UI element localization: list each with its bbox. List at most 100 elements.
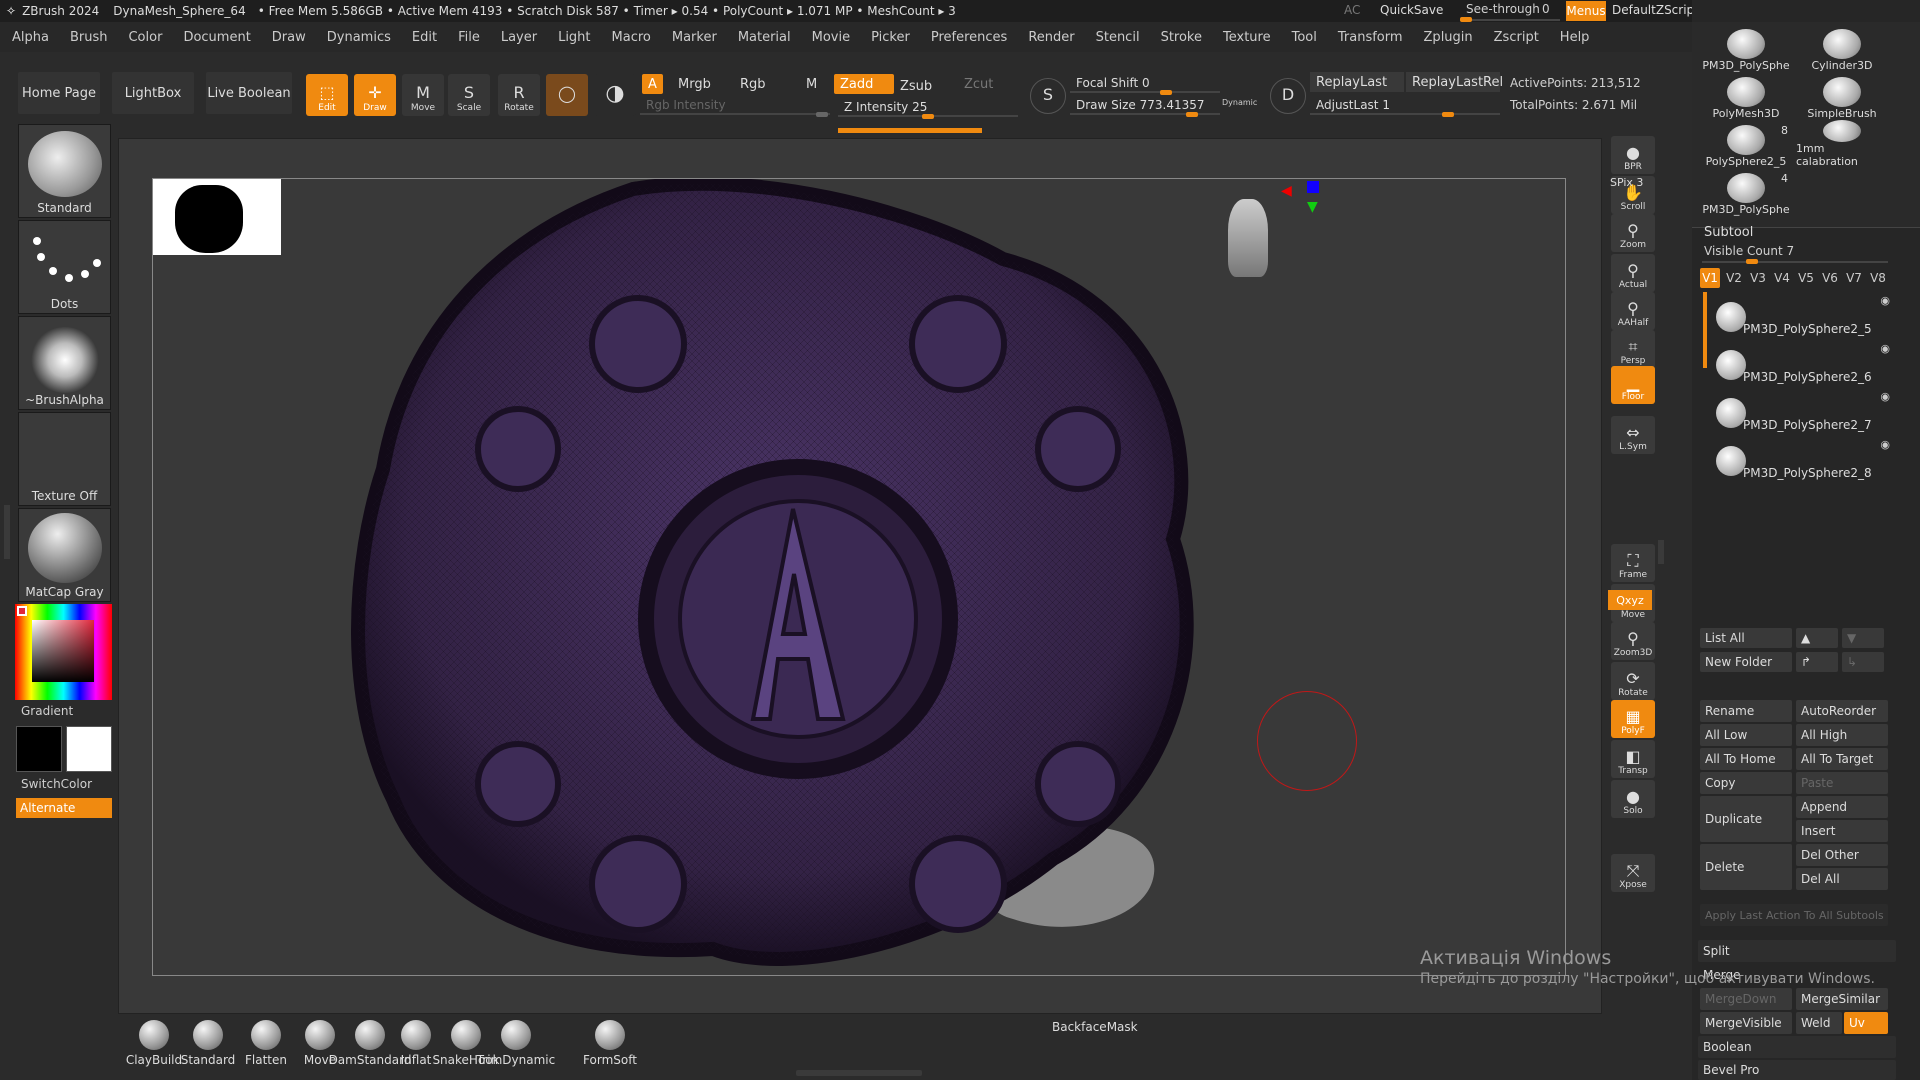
xyz-symmetry-button[interactable]: Qxyz [1608, 590, 1652, 610]
merge-similar-button[interactable]: MergeSimilar [1796, 988, 1888, 1010]
tool-thumb-7[interactable]: PM3D_PolySphe 4 [1700, 168, 1792, 216]
menu-movie[interactable]: Movie [812, 30, 850, 45]
subtool-item[interactable]: PM3D_PolySphere2_5 ◉ [1716, 292, 1890, 338]
color-sv-field[interactable] [32, 620, 94, 682]
new-folder-button[interactable]: New Folder [1700, 652, 1792, 672]
menu-marker[interactable]: Marker [672, 30, 717, 45]
aahalf-button[interactable]: ⚲ AAHalf [1611, 292, 1655, 330]
delete-button[interactable]: Delete [1700, 844, 1792, 890]
menu-texture[interactable]: Texture [1223, 30, 1271, 45]
brush-claybuild-button[interactable]: ClayBuild [124, 1020, 184, 1067]
persp-button[interactable]: ⌗ Persp [1611, 330, 1655, 368]
bevel-pro-section[interactable]: Bevel Pro [1698, 1060, 1896, 1080]
scale-mode-button[interactable]: S Scale [448, 74, 490, 116]
del-other-button[interactable]: Del Other [1796, 844, 1888, 866]
texture-selector[interactable]: Texture Off [18, 412, 111, 506]
subtool-item[interactable]: PM3D_PolySphere2_8 ◉ [1716, 436, 1890, 482]
weld-toggle[interactable]: Weld [1796, 1012, 1842, 1034]
copy-button[interactable]: Copy [1700, 772, 1792, 794]
version-tab-v4[interactable]: V4 [1772, 268, 1792, 288]
boolean-section[interactable]: Boolean [1698, 1036, 1896, 1058]
tool-thumb-1[interactable]: PM3D_PolySphe [1700, 24, 1792, 72]
menu-alpha[interactable]: Alpha [12, 30, 49, 45]
solo-button[interactable]: ● Solo [1611, 780, 1655, 818]
draw-mode-button[interactable]: ✛ Draw [354, 74, 396, 116]
all-low-button[interactable]: All Low [1700, 724, 1792, 746]
bottom-shelf-collapse-handle[interactable] [796, 1070, 922, 1076]
version-tab-v5[interactable]: V5 [1796, 268, 1816, 288]
draw-size-slider[interactable]: Draw Size 773.41357 [1070, 94, 1220, 117]
actual-button[interactable]: ⚲ Actual [1611, 254, 1655, 292]
menu-tool[interactable]: Tool [1292, 30, 1317, 45]
document-canvas[interactable]: ◀ ▼ [152, 178, 1566, 976]
menu-stencil[interactable]: Stencil [1096, 30, 1140, 45]
subtool-item[interactable]: PM3D_PolySphere2_7 ◉ [1716, 388, 1890, 434]
switch-color-button[interactable]: SwitchColor [21, 777, 92, 791]
matcap-sphere-button[interactable]: ◑ [594, 74, 636, 116]
menu-zscript[interactable]: Zscript [1494, 30, 1539, 45]
spix-value[interactable]: SPix 3 [1610, 176, 1643, 189]
brush-selector[interactable]: Standard [18, 124, 111, 218]
visibility-eye-icon[interactable]: ◉ [1880, 438, 1890, 451]
polyf-button[interactable]: ▦ PolyF [1611, 700, 1655, 738]
l-sym-button[interactable]: ⇔ L.Sym [1611, 416, 1655, 454]
subtool-item[interactable]: PM3D_PolySphere2_6 ◉ [1716, 340, 1890, 386]
a-toggle[interactable]: A [642, 74, 663, 94]
menu-zplugin[interactable]: Zplugin [1424, 30, 1473, 45]
see-through-slider[interactable]: See-through 0 [1460, 1, 1560, 22]
right-shelf-collapse-handle[interactable] [1658, 540, 1664, 564]
menu-file[interactable]: File [458, 30, 480, 45]
alternate-button[interactable]: Alternate [16, 798, 112, 818]
rgb-toggle[interactable]: Rgb [734, 74, 772, 94]
menu-document[interactable]: Document [183, 30, 250, 45]
menu-dynamics[interactable]: Dynamics [327, 30, 391, 45]
zoom-button[interactable]: ⚲ Zoom [1611, 214, 1655, 252]
move-up-button[interactable]: ▲ [1796, 628, 1838, 648]
home-page-button[interactable]: Home Page [18, 72, 100, 114]
zadd-toggle[interactable]: Zadd [834, 74, 894, 94]
menu-transform[interactable]: Transform [1338, 30, 1403, 45]
adjust-last-slider[interactable]: AdjustLast 1 [1310, 94, 1500, 117]
all-to-home-button[interactable]: All To Home [1700, 748, 1792, 770]
visibility-eye-icon[interactable]: ◉ [1880, 342, 1890, 355]
zsub-toggle[interactable]: Zsub [894, 76, 938, 96]
visibility-eye-icon[interactable]: ◉ [1880, 390, 1890, 403]
all-to-target-button[interactable]: All To Target [1796, 748, 1888, 770]
version-tab-v2[interactable]: V2 [1724, 268, 1744, 288]
tool-thumb-4[interactable]: SimpleBrush [1796, 72, 1888, 120]
merge-visible-button[interactable]: MergeVisible [1700, 1012, 1792, 1034]
move-down-button[interactable]: ▼ [1842, 628, 1884, 648]
material-swatch-button[interactable]: ◯ [546, 74, 588, 116]
list-all-button[interactable]: List All [1700, 628, 1792, 648]
primary-color-swatch[interactable] [16, 726, 62, 772]
edit-mode-button[interactable]: ⬚ Edit [306, 74, 348, 116]
tool-thumb-6[interactable]: 1mm calabration [1796, 120, 1888, 168]
all-high-button[interactable]: All High [1796, 724, 1888, 746]
menu-picker[interactable]: Picker [871, 30, 910, 45]
version-tab-v6[interactable]: V6 [1820, 268, 1840, 288]
rgb-intensity-slider[interactable]: Rgb Intensity [640, 94, 830, 117]
material-selector[interactable]: MatCap Gray [18, 508, 111, 602]
quicksave-button[interactable]: QuickSave [1380, 3, 1443, 17]
menu-draw[interactable]: Draw [272, 30, 306, 45]
subtool-title[interactable]: Subtool [1704, 225, 1753, 240]
uv-toggle[interactable]: Uv [1844, 1012, 1888, 1034]
orientation-head-gizmo[interactable] [1228, 199, 1268, 277]
visible-count-slider[interactable]: Visible Count 7 [1702, 244, 1888, 264]
del-all-button[interactable]: Del All [1796, 868, 1888, 890]
menus-button[interactable]: Menus [1566, 1, 1606, 21]
menu-edit[interactable]: Edit [412, 30, 437, 45]
menu-preferences[interactable]: Preferences [931, 30, 1007, 45]
menu-stroke[interactable]: Stroke [1161, 30, 1202, 45]
brush-standard-button[interactable]: Standard [178, 1020, 238, 1067]
version-tab-v1[interactable]: V1 [1700, 268, 1720, 288]
lightbox-button[interactable]: LightBox [112, 72, 194, 114]
duplicate-button[interactable]: Duplicate [1700, 796, 1792, 842]
append-button[interactable]: Append [1796, 796, 1888, 818]
tool-thumb-2[interactable]: Cylinder3D [1796, 24, 1888, 72]
rotate-button[interactable]: ⟳ Rotate [1611, 662, 1655, 700]
folder-in-button[interactable]: ↱ [1796, 652, 1838, 672]
stroke-selector[interactable]: Dots [18, 220, 111, 314]
zcut-toggle[interactable]: Zcut [958, 74, 999, 94]
menu-help[interactable]: Help [1560, 30, 1590, 45]
